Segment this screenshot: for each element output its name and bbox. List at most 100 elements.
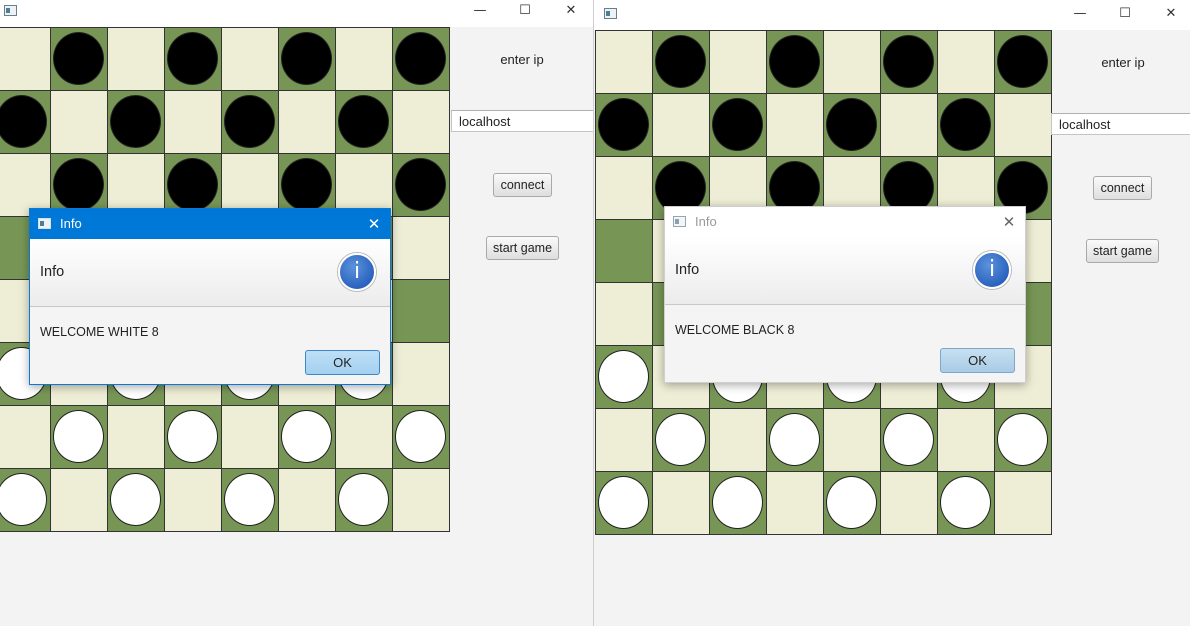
board-square[interactable] (392, 27, 449, 90)
board-square[interactable] (709, 408, 766, 471)
board-square[interactable] (392, 468, 449, 531)
board-square[interactable] (278, 90, 335, 153)
close-icon[interactable]: ✕ (560, 2, 582, 20)
board-square[interactable] (335, 27, 392, 90)
board-square[interactable] (335, 90, 392, 153)
black-checker-piece[interactable] (53, 158, 104, 211)
minimize-icon[interactable]: — (469, 2, 491, 20)
board-square[interactable] (221, 468, 278, 531)
board-square[interactable] (937, 30, 994, 93)
connect-button[interactable]: connect (493, 173, 552, 197)
white-checker-piece[interactable] (940, 476, 991, 529)
white-checker-piece[interactable] (167, 410, 218, 463)
board-square[interactable] (823, 30, 880, 93)
board-square[interactable] (880, 471, 937, 534)
ip-input[interactable] (451, 110, 593, 132)
board-square[interactable] (652, 30, 709, 93)
black-checker-piece[interactable] (281, 32, 332, 85)
white-checker-piece[interactable] (598, 476, 649, 529)
black-checker-piece[interactable] (769, 35, 820, 88)
board-square[interactable] (595, 30, 652, 93)
board-square[interactable] (994, 471, 1051, 534)
white-checker-piece[interactable] (598, 350, 649, 403)
board-square[interactable] (335, 405, 392, 468)
board-square[interactable] (595, 471, 652, 534)
black-checker-piece[interactable] (281, 158, 332, 211)
board-square[interactable] (766, 30, 823, 93)
board-square[interactable] (164, 90, 221, 153)
board-square[interactable] (107, 153, 164, 216)
black-checker-piece[interactable] (0, 95, 47, 148)
white-checker-piece[interactable] (655, 413, 706, 466)
board-square[interactable] (335, 468, 392, 531)
board-square[interactable] (994, 30, 1051, 93)
board-square[interactable] (709, 30, 766, 93)
board-square[interactable] (278, 27, 335, 90)
board-square[interactable] (595, 282, 652, 345)
board-square[interactable] (50, 90, 107, 153)
black-checker-piece[interactable] (395, 32, 446, 85)
board-square[interactable] (880, 408, 937, 471)
black-checker-piece[interactable] (712, 98, 763, 151)
white-checker-piece[interactable] (281, 410, 332, 463)
board-square[interactable] (392, 153, 449, 216)
window-titlebar[interactable]: — ☐ ✕ (0, 0, 593, 27)
board-square[interactable] (392, 90, 449, 153)
board-square[interactable] (652, 93, 709, 156)
black-checker-piece[interactable] (224, 95, 275, 148)
board-square[interactable] (0, 27, 50, 90)
maximize-icon[interactable]: ☐ (1114, 5, 1136, 23)
close-icon[interactable]: ✕ (999, 212, 1019, 232)
board-square[interactable] (823, 408, 880, 471)
board-square[interactable] (164, 405, 221, 468)
board-square[interactable] (392, 216, 449, 279)
board-square[interactable] (50, 405, 107, 468)
board-square[interactable] (880, 30, 937, 93)
board-square[interactable] (278, 468, 335, 531)
board-square[interactable] (335, 153, 392, 216)
black-checker-piece[interactable] (997, 35, 1048, 88)
board-square[interactable] (595, 219, 652, 282)
black-checker-piece[interactable] (338, 95, 389, 148)
window-titlebar[interactable]: — ☐ ✕ (594, 0, 1190, 30)
board-square[interactable] (164, 468, 221, 531)
board-square[interactable] (709, 471, 766, 534)
white-checker-piece[interactable] (224, 473, 275, 526)
board-square[interactable] (937, 408, 994, 471)
board-square[interactable] (278, 405, 335, 468)
board-square[interactable] (937, 471, 994, 534)
white-checker-piece[interactable] (395, 410, 446, 463)
white-checker-piece[interactable] (338, 473, 389, 526)
white-checker-piece[interactable] (883, 413, 934, 466)
board-square[interactable] (994, 93, 1051, 156)
maximize-icon[interactable]: ☐ (514, 2, 536, 20)
board-square[interactable] (994, 408, 1051, 471)
board-square[interactable] (164, 153, 221, 216)
board-square[interactable] (50, 27, 107, 90)
black-checker-piece[interactable] (655, 35, 706, 88)
white-checker-piece[interactable] (769, 413, 820, 466)
board-square[interactable] (0, 153, 50, 216)
close-icon[interactable]: ✕ (364, 214, 384, 234)
board-square[interactable] (0, 90, 50, 153)
board-square[interactable] (392, 342, 449, 405)
board-square[interactable] (766, 93, 823, 156)
ip-input[interactable] (1051, 113, 1190, 135)
start-game-button[interactable]: start game (1086, 239, 1159, 263)
board-square[interactable] (595, 345, 652, 408)
board-square[interactable] (937, 93, 994, 156)
board-square[interactable] (823, 93, 880, 156)
black-checker-piece[interactable] (167, 158, 218, 211)
board-square[interactable] (278, 153, 335, 216)
white-checker-piece[interactable] (712, 476, 763, 529)
board-square[interactable] (595, 93, 652, 156)
board-square[interactable] (766, 471, 823, 534)
board-square[interactable] (880, 93, 937, 156)
black-checker-piece[interactable] (53, 32, 104, 85)
board-square[interactable] (392, 405, 449, 468)
board-square[interactable] (709, 93, 766, 156)
board-square[interactable] (221, 405, 278, 468)
black-checker-piece[interactable] (598, 98, 649, 151)
board-square[interactable] (0, 405, 50, 468)
connect-button[interactable]: connect (1093, 176, 1152, 200)
